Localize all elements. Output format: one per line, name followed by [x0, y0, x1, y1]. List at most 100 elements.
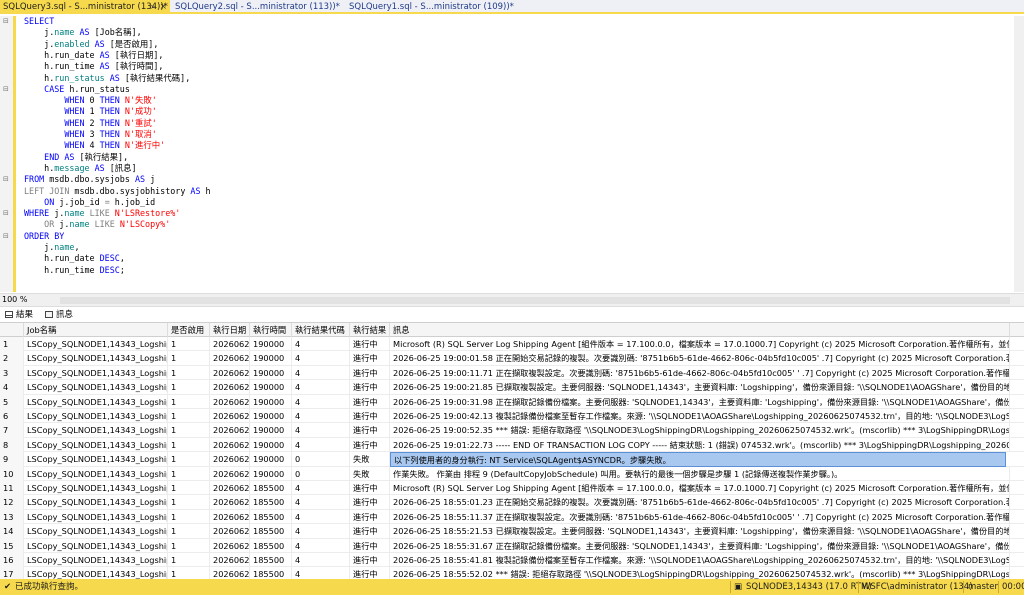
table-cell[interactable]: 進行中: [350, 351, 390, 366]
table-row[interactable]: 11LSCopy_SQLNODE1,14343_Logshipping12026…: [0, 481, 1024, 496]
table-cell[interactable]: 1: [168, 365, 210, 381]
row-number[interactable]: 1: [0, 337, 24, 352]
row-number[interactable]: 15: [0, 538, 24, 553]
vertical-scrollbar[interactable]: [1014, 16, 1024, 292]
fold-toggle-icon[interactable]: ⊟: [3, 209, 9, 217]
table-cell[interactable]: 2026-06-25 19:00:42.13 複製記錄備份檔案至暫存工作檔案。來…: [390, 409, 1010, 424]
table-cell[interactable]: 進行中: [350, 524, 390, 539]
table-cell[interactable]: 185500: [250, 524, 292, 539]
tab-messages[interactable]: 訊息: [45, 309, 73, 321]
table-cell[interactable]: 4: [292, 538, 350, 553]
fold-toggle-icon[interactable]: ⊟: [3, 175, 9, 183]
table-cell[interactable]: 4: [292, 423, 350, 438]
table-cell[interactable]: LSCopy_SQLNODE1,14343_Logshipping: [24, 394, 168, 409]
row-number[interactable]: 3: [0, 365, 24, 381]
table-cell[interactable]: 失敗: [350, 466, 390, 481]
column-header[interactable]: 執行日期: [210, 323, 250, 337]
column-header[interactable]: 是否啟用: [168, 323, 210, 337]
table-cell[interactable]: 20260625: [210, 509, 250, 525]
table-cell[interactable]: 4: [292, 351, 350, 366]
table-cell[interactable]: LSCopy_SQLNODE1,14343_Logshipping: [24, 351, 168, 366]
row-number[interactable]: 2: [0, 351, 24, 366]
tab-sqlquery3[interactable]: SQLQuery3.sql - S...ministrator (134))* …: [0, 0, 170, 14]
table-cell[interactable]: 以下列使用者的身分執行: NT Service\SQLAgent$ASYNCDR…: [390, 452, 1006, 467]
table-cell[interactable]: 1: [168, 495, 210, 510]
table-cell[interactable]: 2026-06-25 19:00:21.85 已擷取複製設定。主要伺服器: 'S…: [390, 380, 1010, 395]
table-cell[interactable]: 20260625: [210, 351, 250, 366]
table-cell[interactable]: 190000: [250, 466, 292, 481]
table-cell[interactable]: 1: [168, 409, 210, 424]
table-cell[interactable]: 1: [168, 553, 210, 568]
table-cell[interactable]: 2026-06-25 19:00:52.35 *** 錯誤: 拒絕存取路徑 '\…: [390, 423, 1010, 438]
table-cell[interactable]: 190000: [250, 337, 292, 352]
table-cell[interactable]: 作業失敗。 作業由 排程 9 (DefaultCopyJobSchedule) …: [390, 466, 1010, 481]
table-cell[interactable]: 190000: [250, 351, 292, 366]
table-cell[interactable]: 1: [168, 351, 210, 366]
table-cell[interactable]: 4: [292, 380, 350, 395]
row-number[interactable]: 16: [0, 553, 24, 568]
table-cell[interactable]: 1: [168, 423, 210, 438]
table-cell[interactable]: 190000: [250, 437, 292, 453]
fold-toggle-icon[interactable]: ⊟: [3, 85, 9, 93]
table-cell[interactable]: 20260625: [210, 437, 250, 453]
table-cell[interactable]: 185500: [250, 538, 292, 553]
table-cell[interactable]: 185500: [250, 553, 292, 568]
table-cell[interactable]: LSCopy_SQLNODE1,14343_Logshipping: [24, 481, 168, 496]
table-cell[interactable]: 190000: [250, 409, 292, 424]
row-number[interactable]: 11: [0, 481, 24, 496]
table-cell[interactable]: Microsoft (R) SQL Server Log Shipping Ag…: [390, 481, 1010, 496]
table-cell[interactable]: 1: [168, 538, 210, 553]
table-cell[interactable]: 0: [292, 466, 350, 481]
fold-toggle-icon[interactable]: ⊟: [3, 17, 9, 25]
fold-toggle-icon[interactable]: ⊟: [3, 232, 9, 240]
table-row[interactable]: 15LSCopy_SQLNODE1,14343_Logshipping12026…: [0, 538, 1024, 553]
table-cell[interactable]: 2026-06-25 18:55:01.23 正在開始交易記錄的複製。次要識別碼…: [390, 495, 1010, 510]
table-cell[interactable]: 4: [292, 365, 350, 381]
tab-sqlquery2[interactable]: SQLQuery2.sql - S...ministrator (113))*: [172, 0, 342, 14]
table-cell[interactable]: LSCopy_SQLNODE1,14343_Logshipping: [24, 409, 168, 424]
table-row[interactable]: 9LSCopy_SQLNODE1,14343_Logshipping120260…: [0, 452, 1024, 467]
table-cell[interactable]: 進行中: [350, 553, 390, 568]
table-cell[interactable]: 185500: [250, 509, 292, 525]
select-all-corner[interactable]: [0, 323, 24, 337]
table-cell[interactable]: 185500: [250, 481, 292, 496]
table-cell[interactable]: 1: [168, 337, 210, 352]
row-number[interactable]: 4: [0, 380, 24, 395]
table-cell[interactable]: 20260625: [210, 380, 250, 395]
table-cell[interactable]: LSCopy_SQLNODE1,14343_Logshipping: [24, 553, 168, 568]
table-cell[interactable]: 4: [292, 553, 350, 568]
table-cell[interactable]: 進行中: [350, 423, 390, 438]
table-cell[interactable]: 20260625: [210, 409, 250, 424]
table-row[interactable]: 3LSCopy_SQLNODE1,14343_Logshipping120260…: [0, 365, 1024, 381]
horizontal-scrollbar[interactable]: [60, 297, 1010, 304]
table-row[interactable]: 4LSCopy_SQLNODE1,14343_Logshipping120260…: [0, 380, 1024, 395]
row-number[interactable]: 10: [0, 466, 24, 481]
table-cell[interactable]: 進行中: [350, 495, 390, 510]
row-number[interactable]: 8: [0, 437, 24, 453]
row-number[interactable]: 14: [0, 524, 24, 539]
row-number[interactable]: 5: [0, 394, 24, 409]
table-cell[interactable]: 1: [168, 524, 210, 539]
table-cell[interactable]: 進行中: [350, 380, 390, 395]
table-cell[interactable]: LSCopy_SQLNODE1,14343_Logshipping: [24, 337, 168, 352]
table-cell[interactable]: 190000: [250, 365, 292, 381]
tab-sqlquery1[interactable]: SQLQuery1.sql - S...ministrator (109))*: [346, 0, 516, 14]
table-cell[interactable]: 4: [292, 481, 350, 496]
table-cell[interactable]: 20260625: [210, 553, 250, 568]
table-row[interactable]: 16LSCopy_SQLNODE1,14343_Logshipping12026…: [0, 553, 1024, 568]
table-cell[interactable]: LSCopy_SQLNODE1,14343_Logshipping: [24, 437, 168, 453]
table-cell[interactable]: 4: [292, 409, 350, 424]
pin-icon[interactable]: ▻: [150, 0, 156, 14]
table-cell[interactable]: 進行中: [350, 365, 390, 381]
table-cell[interactable]: 20260625: [210, 481, 250, 496]
table-cell[interactable]: 4: [292, 524, 350, 539]
table-cell[interactable]: 1: [168, 509, 210, 525]
table-cell[interactable]: Microsoft (R) SQL Server Log Shipping Ag…: [390, 337, 1010, 352]
table-cell[interactable]: 4: [292, 437, 350, 453]
column-header[interactable]: Job名稱: [24, 323, 168, 337]
table-cell[interactable]: 進行中: [350, 409, 390, 424]
table-row[interactable]: 1LSCopy_SQLNODE1,14343_Logshipping120260…: [0, 337, 1024, 352]
table-cell[interactable]: 190000: [250, 394, 292, 409]
table-row[interactable]: 7LSCopy_SQLNODE1,14343_Logshipping120260…: [0, 423, 1024, 438]
table-cell[interactable]: LSCopy_SQLNODE1,14343_Logshipping: [24, 380, 168, 395]
